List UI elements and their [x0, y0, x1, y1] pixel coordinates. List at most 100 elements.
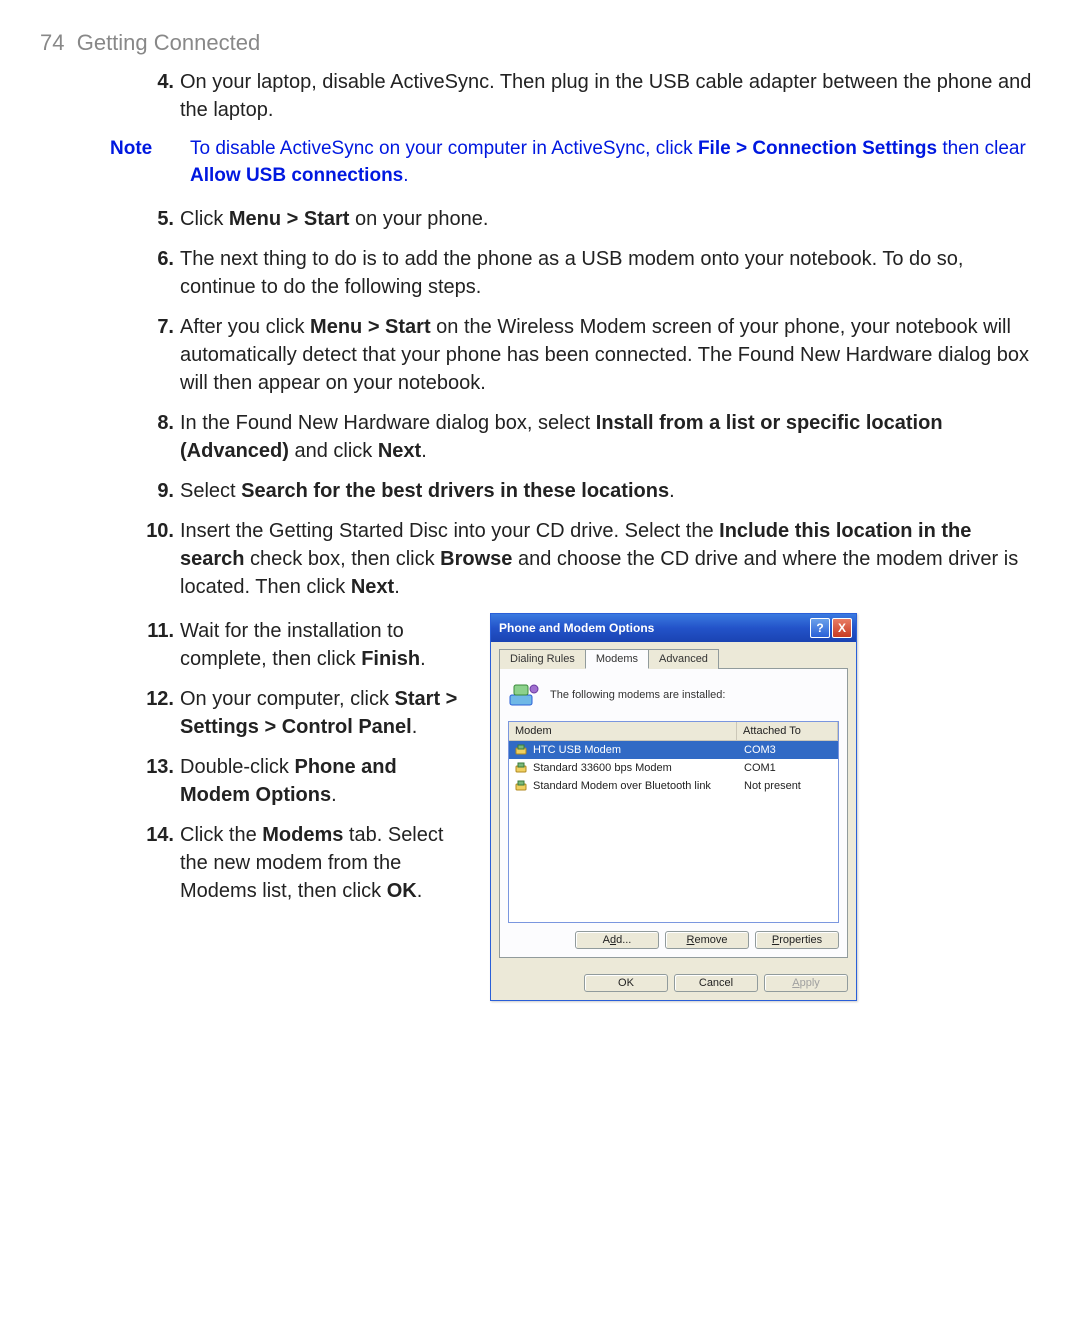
dialog-footer: OK Cancel Apply	[491, 966, 856, 1000]
modem-name: Standard 33600 bps Modem	[533, 762, 672, 774]
note: Note To disable ActiveSync on your compu…	[110, 136, 1040, 189]
page-title: Getting Connected	[77, 30, 260, 55]
step-9: 9. Select Search for the best drivers in…	[140, 477, 1040, 505]
step-text: .	[417, 880, 423, 902]
step-number: 12.	[140, 685, 180, 741]
tab-dialing-rules[interactable]: Dialing Rules	[499, 649, 586, 669]
properties-button[interactable]: Properties	[755, 931, 839, 949]
step-number: 10.	[140, 517, 180, 601]
btn-text: d...	[616, 934, 631, 946]
step-bold: Menu > Start	[229, 208, 350, 230]
modem-name: HTC USB Modem	[533, 744, 621, 756]
step-body: On your laptop, disable ActiveSync. Then…	[180, 68, 1040, 124]
close-icon: X	[838, 621, 846, 635]
list-header: Modem Attached To	[509, 722, 838, 741]
help-icon: ?	[816, 621, 823, 635]
step-text: The next thing to do is to add the phone…	[180, 248, 963, 298]
page-header: 74 Getting Connected	[40, 30, 1040, 56]
step-number: 5.	[140, 205, 180, 233]
step-bold: Browse	[440, 548, 512, 570]
modem-icon	[515, 761, 529, 775]
step-number: 13.	[140, 753, 180, 809]
step-body: After you click Menu > Start on the Wire…	[180, 313, 1040, 397]
dialog-description: The following modems are installed:	[508, 679, 839, 711]
modem-port: Not present	[744, 780, 801, 792]
tab-content: The following modems are installed: Mode…	[499, 669, 848, 958]
btn-text: roperties	[779, 934, 822, 946]
cancel-button[interactable]: Cancel	[674, 974, 758, 992]
step-text: After you click	[180, 316, 310, 338]
btn-text: A	[792, 977, 799, 989]
step-text: Select	[180, 480, 241, 502]
header-modem[interactable]: Modem	[509, 722, 737, 740]
close-button[interactable]: X	[832, 618, 852, 638]
note-bold: File > Connection Settings	[698, 138, 937, 159]
dialog-desc-text: The following modems are installed:	[550, 689, 725, 701]
step-4: 4. On your laptop, disable ActiveSync. T…	[140, 68, 1040, 124]
help-button[interactable]: ?	[810, 618, 830, 638]
step-bold: Finish	[361, 648, 420, 670]
step-number: 14.	[140, 821, 180, 905]
note-text: then clear	[937, 138, 1026, 159]
modem-port: COM3	[744, 744, 776, 756]
note-body: To disable ActiveSync on your computer i…	[190, 136, 1040, 189]
step-text: .	[669, 480, 675, 502]
step-text: Click	[180, 208, 229, 230]
list-item[interactable]: HTC USB Modem COM3	[509, 741, 838, 759]
step-text: .	[331, 784, 337, 806]
list-item[interactable]: Standard Modem over Bluetooth link Not pr…	[509, 777, 838, 795]
step-text: .	[412, 716, 418, 738]
modem-icon	[508, 679, 540, 711]
modem-port: COM1	[744, 762, 776, 774]
step-body: Select Search for the best drivers in th…	[180, 477, 1040, 505]
dialog-titlebar[interactable]: Phone and Modem Options ? X	[491, 614, 856, 642]
phone-modem-options-dialog: Phone and Modem Options ? X Dialing Rule…	[490, 613, 857, 1001]
apply-button[interactable]: Apply	[764, 974, 848, 992]
tab-modems[interactable]: Modems	[585, 649, 649, 669]
step-bold: Next	[351, 576, 394, 598]
add-button[interactable]: Add...	[575, 931, 659, 949]
step-text: .	[420, 648, 426, 670]
note-bold: Allow USB connections	[190, 165, 403, 186]
step-13: 13. Double-click Phone and Modem Options…	[140, 753, 470, 809]
step-7: 7. After you click Menu > Start on the W…	[140, 313, 1040, 397]
step-8: 8. In the Found New Hardware dialog box,…	[140, 409, 1040, 465]
btn-text: pply	[800, 977, 820, 989]
step-body: Insert the Getting Started Disc into you…	[180, 517, 1040, 601]
step-11: 11. Wait for the installation to complet…	[140, 617, 470, 673]
step-text: Click the	[180, 824, 262, 846]
step-body: The next thing to do is to add the phone…	[180, 245, 1040, 301]
step-text: In the Found New Hardware dialog box, se…	[180, 412, 596, 434]
ok-button[interactable]: OK	[584, 974, 668, 992]
step-bold: Next	[378, 440, 421, 462]
step-body: Click the Modems tab. Select the new mod…	[180, 821, 470, 905]
step-body: Double-click Phone and Modem Options.	[180, 753, 470, 809]
step-text: and click	[289, 440, 378, 462]
step-text: .	[394, 576, 400, 598]
tabs: Dialing Rules Modems Advanced	[499, 648, 848, 669]
step-body: Click Menu > Start on your phone.	[180, 205, 1040, 233]
step-bold: Menu > Start	[310, 316, 431, 338]
modems-list[interactable]: Modem Attached To HTC USB Modem COM3 Stand…	[508, 721, 839, 923]
step-6: 6. The next thing to do is to add the ph…	[140, 245, 1040, 301]
header-port[interactable]: Attached To	[737, 722, 838, 740]
step-bold: Modems	[262, 824, 343, 846]
modem-name: Standard Modem over Bluetooth link	[533, 780, 711, 792]
list-buttons: Add... Remove Properties	[508, 931, 839, 949]
step-text: .	[421, 440, 427, 462]
step-bold: Search for the best drivers in these loc…	[241, 480, 669, 502]
dialog-title: Phone and Modem Options	[499, 621, 808, 635]
step-number: 6.	[140, 245, 180, 301]
tab-advanced[interactable]: Advanced	[648, 649, 719, 669]
remove-button[interactable]: Remove	[665, 931, 749, 949]
page-number: 74	[40, 30, 64, 55]
step-number: 11.	[140, 617, 180, 673]
step-text: On your laptop, disable ActiveSync. Then…	[180, 71, 1031, 121]
step-text: on your phone.	[349, 208, 488, 230]
step-5: 5. Click Menu > Start on your phone.	[140, 205, 1040, 233]
btn-text: emove	[694, 934, 727, 946]
step-body: On your computer, click Start > Settings…	[180, 685, 470, 741]
step-text: check box, then click	[245, 548, 441, 570]
list-item[interactable]: Standard 33600 bps Modem COM1	[509, 759, 838, 777]
step-body: Wait for the installation to complete, t…	[180, 617, 470, 673]
